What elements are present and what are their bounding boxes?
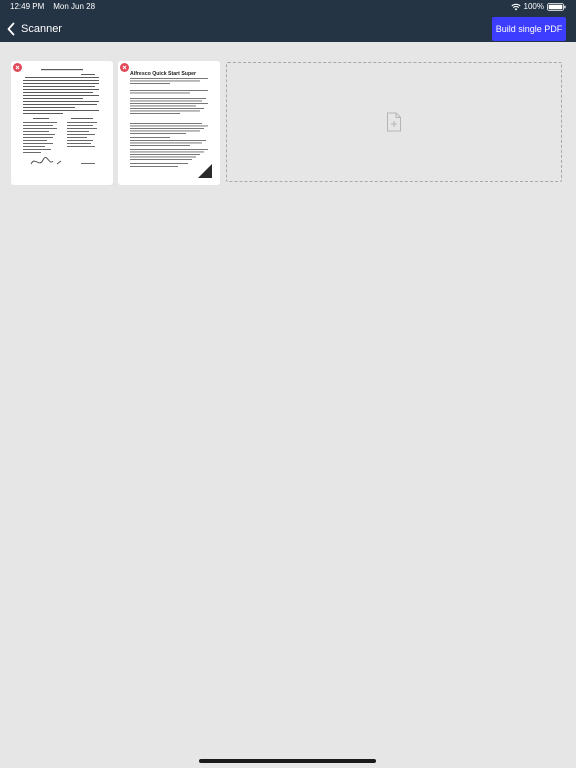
chevron-left-icon — [7, 22, 15, 36]
add-document-icon — [387, 112, 401, 132]
page-thumbnail-1 — [23, 69, 99, 165]
back-button[interactable]: Scanner — [6, 20, 62, 38]
page-2-heading: Alfresco Quick Start Super — [130, 71, 196, 77]
close-icon — [15, 65, 20, 70]
remove-page-2-button[interactable] — [120, 63, 129, 72]
top-bar: 12:49 PM Mon Jun 28 100% Scanner Build s… — [0, 0, 576, 42]
scanned-page-2[interactable]: Alfresco Quick Start Super — [118, 61, 220, 185]
battery-icon — [547, 2, 566, 11]
home-indicator[interactable] — [199, 759, 376, 763]
status-date: Mon Jun 28 — [53, 2, 96, 11]
page-thumbnail-2: Alfresco Quick Start Super — [130, 71, 212, 178]
build-single-pdf-button[interactable]: Build single PDF — [492, 17, 566, 41]
back-label: Scanner — [21, 23, 62, 35]
status-bar-left: 12:49 PM Mon Jun 28 — [10, 2, 95, 11]
scanned-page-1[interactable] — [11, 61, 113, 185]
remove-page-1-button[interactable] — [13, 63, 22, 72]
wifi-icon — [510, 3, 521, 10]
status-time: 12:49 PM — [10, 2, 45, 11]
battery-percent: 100% — [523, 2, 544, 11]
close-icon — [122, 65, 127, 70]
add-page-slot[interactable] — [226, 62, 562, 182]
scanned-pages-row: Alfresco Quick Start Super — [11, 61, 562, 185]
status-bar-right: 100% — [510, 2, 566, 11]
